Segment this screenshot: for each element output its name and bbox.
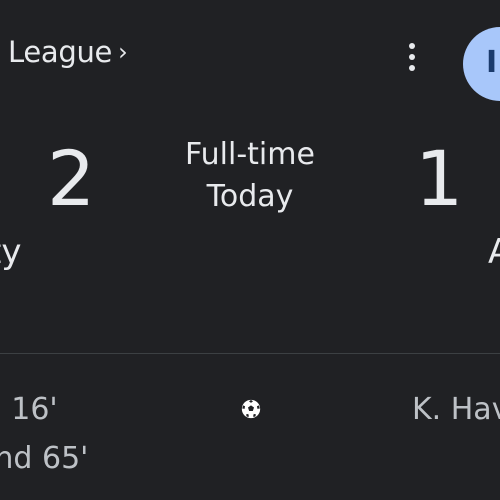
match-status: Full-time Today xyxy=(150,134,350,218)
chevron-right-icon: › xyxy=(118,38,128,66)
soccer-ball-icon xyxy=(241,399,261,419)
divider xyxy=(0,353,500,354)
avatar[interactable]: I xyxy=(463,27,500,101)
more-vert-icon xyxy=(409,43,415,71)
match-screen: League › I 2 Full-time Today 1 ty A ki 1… xyxy=(0,0,500,500)
home-team-name[interactable]: ty xyxy=(0,230,21,274)
home-score: 2 xyxy=(47,134,96,223)
home-scorer: ki 16' xyxy=(0,392,58,427)
home-scorer: and 65' xyxy=(0,441,89,476)
status-date: Today xyxy=(206,179,294,214)
avatar-letter: I xyxy=(486,45,498,80)
status-full-time: Full-time xyxy=(185,137,315,172)
away-score: 1 xyxy=(415,134,464,223)
league-link[interactable]: League › xyxy=(8,31,128,73)
away-scorer: K. Hav xyxy=(412,392,500,427)
league-label: League xyxy=(8,35,113,69)
away-team-name[interactable]: A xyxy=(488,230,500,274)
more-menu-button[interactable] xyxy=(398,40,426,74)
